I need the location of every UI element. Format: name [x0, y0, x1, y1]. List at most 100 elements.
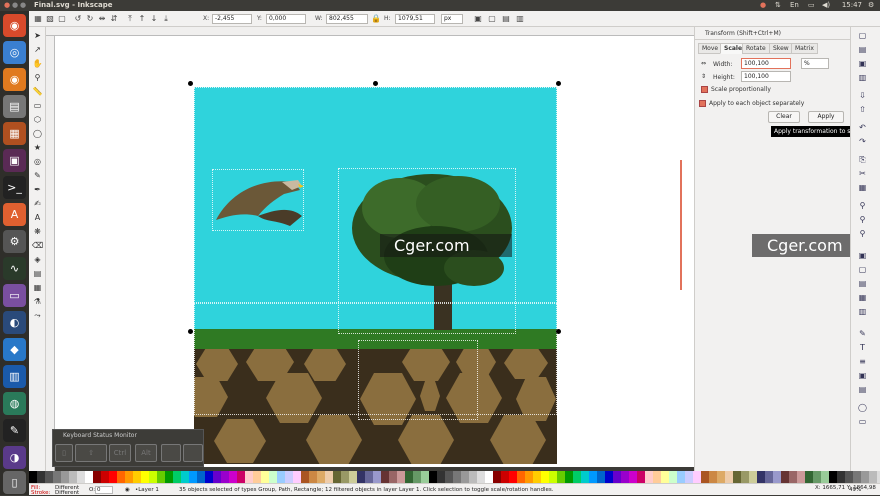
- palette-swatch[interactable]: [381, 471, 389, 483]
- palette-swatch[interactable]: [725, 471, 733, 483]
- palette-swatch[interactable]: [189, 471, 197, 483]
- canvas-scrollbar[interactable]: [680, 160, 682, 290]
- palette-swatch[interactable]: [301, 471, 309, 483]
- clone-icon[interactable]: ▢: [857, 264, 868, 275]
- palette-swatch[interactable]: [637, 471, 645, 483]
- palette-swatch[interactable]: [365, 471, 373, 483]
- palette-swatch[interactable]: [741, 471, 749, 483]
- height-input[interactable]: 100,100: [741, 71, 791, 82]
- raise-icon[interactable]: ↑: [137, 14, 147, 24]
- palette-swatch[interactable]: [213, 471, 221, 483]
- palette-swatch[interactable]: [85, 471, 93, 483]
- rotate-ccw-icon[interactable]: ↺: [73, 14, 83, 24]
- palette-swatch[interactable]: [773, 471, 781, 483]
- lower-icon[interactable]: ↓: [149, 14, 159, 24]
- battery-icon[interactable]: ▭: [808, 1, 815, 9]
- raise-top-icon[interactable]: ⤒: [125, 14, 135, 24]
- inkscape-icon[interactable]: ✎: [3, 419, 26, 442]
- palette-swatch[interactable]: [589, 471, 597, 483]
- palette-swatch[interactable]: [77, 471, 85, 483]
- ungroup-icon[interactable]: ▥: [857, 306, 868, 317]
- palette-swatch[interactable]: [269, 471, 277, 483]
- apply-button[interactable]: Apply: [808, 111, 844, 123]
- palette-swatch[interactable]: [173, 471, 181, 483]
- zoom-selection-icon[interactable]: ⚲: [857, 200, 868, 211]
- palette-swatch[interactable]: [501, 471, 509, 483]
- palette-swatch[interactable]: [797, 471, 805, 483]
- zoom-level[interactable]: 49%: [849, 487, 861, 493]
- palette-swatch[interactable]: [405, 471, 413, 483]
- width-unit-select[interactable]: %: [801, 58, 829, 69]
- palette-swatch[interactable]: [685, 471, 693, 483]
- redo-icon[interactable]: ↷: [857, 136, 868, 147]
- palette-swatch[interactable]: [397, 471, 405, 483]
- palette-swatch[interactable]: [757, 471, 765, 483]
- chrome-icon[interactable]: ◎: [3, 41, 26, 64]
- print-icon[interactable]: ▥: [857, 72, 868, 83]
- tab-skew[interactable]: Skew: [769, 43, 793, 54]
- screen-icon[interactable]: ▭: [3, 284, 26, 307]
- palette-swatch[interactable]: [613, 471, 621, 483]
- new-icon[interactable]: ▢: [857, 30, 868, 41]
- w-input[interactable]: 802,455: [326, 14, 368, 24]
- palette-swatch[interactable]: [229, 471, 237, 483]
- software-icon[interactable]: ▣: [3, 149, 26, 172]
- apply-each-checkbox[interactable]: [699, 100, 706, 107]
- palette-swatch[interactable]: [477, 471, 485, 483]
- zoom-tool-icon[interactable]: ⚲: [32, 72, 43, 83]
- palette-swatch[interactable]: [597, 471, 605, 483]
- palette-swatch[interactable]: [53, 471, 61, 483]
- app-store-icon[interactable]: A: [3, 203, 26, 226]
- close-icon[interactable]: ●: [4, 1, 10, 9]
- palette-swatch[interactable]: [133, 471, 141, 483]
- palette-swatch[interactable]: [765, 471, 773, 483]
- scale-corners-icon[interactable]: ▢: [487, 14, 497, 24]
- rotate-cw-icon[interactable]: ↻: [85, 14, 95, 24]
- files-icon[interactable]: ▦: [3, 122, 26, 145]
- connector-tool-icon[interactable]: ⤳: [32, 310, 43, 321]
- terminal-icon[interactable]: >_: [3, 176, 26, 199]
- palette-swatch[interactable]: [829, 471, 837, 483]
- paste-icon[interactable]: ▦: [857, 182, 868, 193]
- palette-swatch[interactable]: [237, 471, 245, 483]
- clock[interactable]: 15:47: [842, 1, 862, 9]
- preferences-icon[interactable]: ◯: [857, 402, 868, 413]
- palette-swatch[interactable]: [333, 471, 341, 483]
- palette-swatch[interactable]: [781, 471, 789, 483]
- scale-handle[interactable]: [556, 329, 561, 334]
- palette-swatch[interactable]: [517, 471, 525, 483]
- align-icon[interactable]: ▤: [857, 384, 868, 395]
- trash-icon[interactable]: ▯: [3, 471, 26, 494]
- palette-swatch[interactable]: [605, 471, 613, 483]
- select-all-icon[interactable]: ▦: [33, 14, 43, 24]
- palette-swatch[interactable]: [805, 471, 813, 483]
- palette-swatch[interactable]: [717, 471, 725, 483]
- palette-swatch[interactable]: [645, 471, 653, 483]
- selector-tool-icon[interactable]: ➤: [32, 30, 43, 41]
- horizontal-ruler[interactable]: [46, 27, 694, 36]
- fill-stroke-icon[interactable]: ✎: [857, 328, 868, 339]
- palette-swatch[interactable]: [245, 471, 253, 483]
- spiral-tool-icon[interactable]: ◎: [32, 156, 43, 167]
- palette-swatch[interactable]: [549, 471, 557, 483]
- ellipse-tool-icon[interactable]: ◯: [32, 128, 43, 139]
- palette-swatch[interactable]: [621, 471, 629, 483]
- update-manager-icon[interactable]: ◐: [3, 311, 26, 334]
- h-input[interactable]: 1079,51: [395, 14, 435, 24]
- eraser-tool-icon[interactable]: ⌫: [32, 240, 43, 251]
- node-tool-icon[interactable]: ↗: [32, 44, 43, 55]
- move-patterns-icon[interactable]: ▥: [515, 14, 525, 24]
- workspace-icon[interactable]: ▥: [3, 365, 26, 388]
- palette-swatch[interactable]: [509, 471, 517, 483]
- palette-swatch[interactable]: [157, 471, 165, 483]
- doc-properties-icon[interactable]: ▭: [857, 416, 868, 427]
- zoom-page-icon[interactable]: ⚲: [857, 228, 868, 239]
- monitor-icon[interactable]: ∿: [3, 257, 26, 280]
- calligraphy-tool-icon[interactable]: ✍: [32, 198, 43, 209]
- palette-swatch[interactable]: [653, 471, 661, 483]
- palette-swatch[interactable]: [693, 471, 701, 483]
- layer-select[interactable]: •Layer 1: [135, 487, 159, 493]
- zoom-drawing-icon[interactable]: ⚲: [857, 214, 868, 225]
- update-icon[interactable]: ●: [760, 1, 766, 9]
- y-input[interactable]: 0,000: [266, 14, 306, 24]
